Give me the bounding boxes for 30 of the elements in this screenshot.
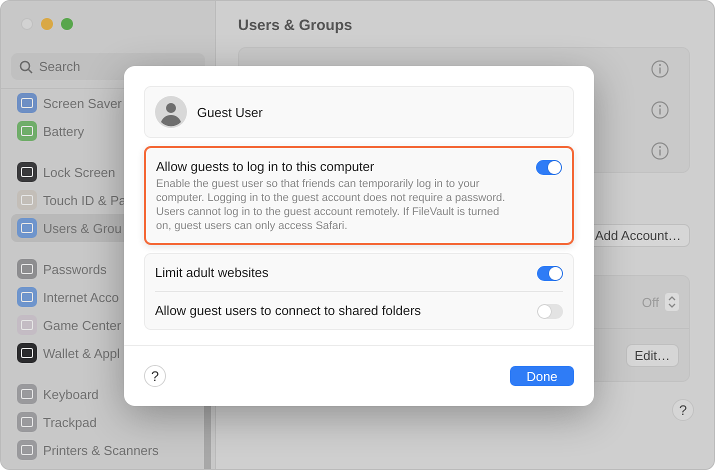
done-button[interactable]: Done — [510, 366, 574, 386]
toggle-switch[interactable] — [537, 304, 563, 319]
setting-label: Allow guest users to connect to shared folders — [155, 303, 422, 318]
toggle-switch[interactable] — [537, 266, 563, 281]
window-title: Users & Groups — [238, 17, 354, 36]
sidebar-item[interactable]: Printers & Scanners — [11, 436, 161, 464]
search-icon — [19, 60, 33, 74]
user-name: Guest User — [197, 104, 263, 120]
sidebar-item[interactable]: Battery — [11, 117, 86, 145]
stepper-icon — [665, 293, 679, 311]
avatar-icon — [155, 96, 187, 128]
sidebar-item[interactable]: Passwords — [11, 255, 109, 283]
info-icon[interactable] — [651, 60, 669, 78]
edit-button[interactable]: Edit… — [626, 344, 679, 366]
sidebar-item[interactable]: Trackpad — [11, 408, 99, 436]
sidebar-item[interactable]: Lock Screen — [11, 158, 118, 186]
sidebar-item[interactable]: Keyboard — [11, 380, 101, 408]
info-icon[interactable] — [651, 142, 669, 160]
sidebar-item[interactable]: Internet Acco — [11, 283, 121, 311]
help-button[interactable]: ? — [144, 365, 166, 387]
info-icon[interactable] — [651, 100, 669, 119]
toggle-switch[interactable] — [536, 160, 562, 175]
sidebar-item[interactable]: Screen Saver — [11, 89, 124, 117]
setting-label: Allow guests to log in to this computer — [156, 159, 376, 174]
sidebar-item[interactable]: Game Center — [11, 311, 124, 339]
sidebar-item[interactable]: Wallet & Appl — [11, 339, 122, 367]
zoom-button[interactable] — [61, 18, 73, 30]
minimize-button[interactable] — [41, 18, 53, 30]
help-button[interactable]: ? — [672, 399, 694, 421]
setting-label: Limit adult websites — [155, 265, 270, 280]
